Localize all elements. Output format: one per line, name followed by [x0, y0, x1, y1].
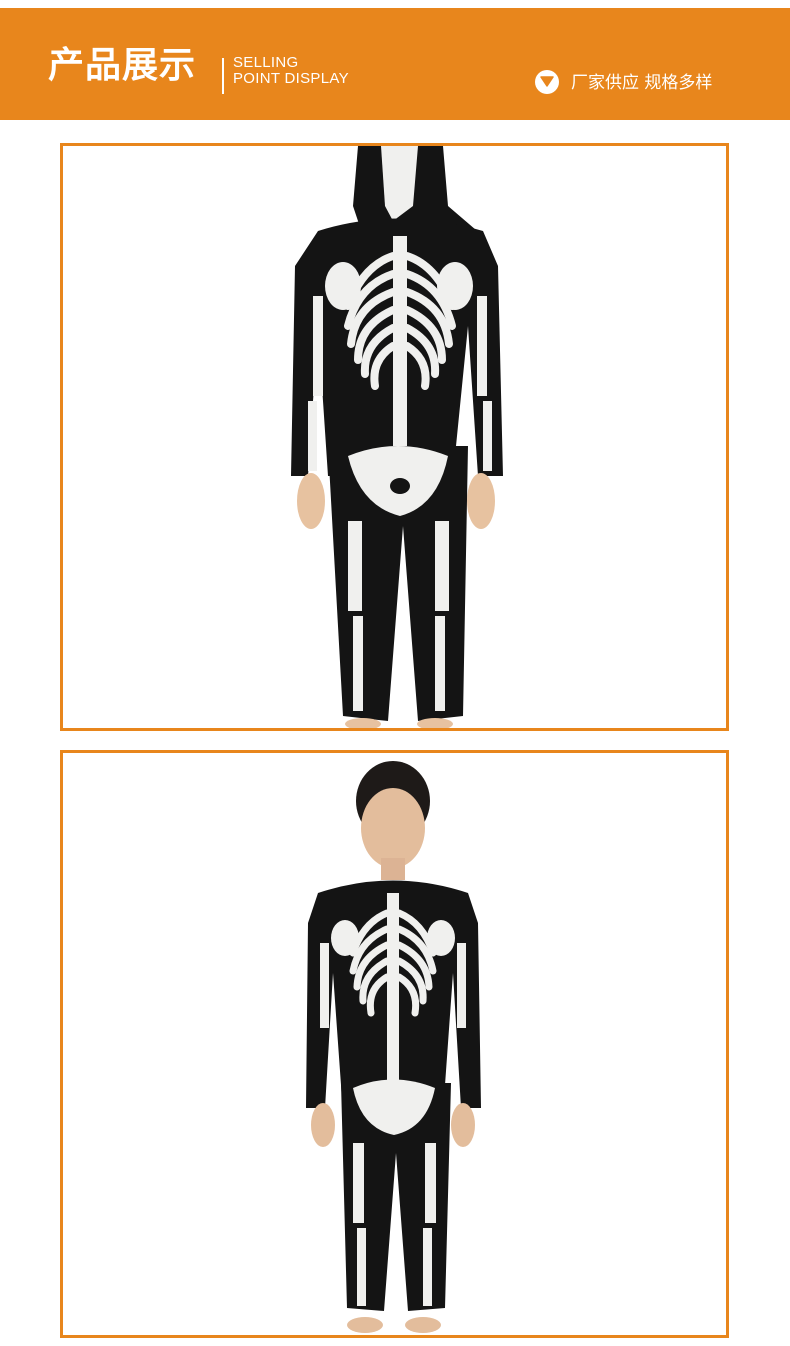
subtitle-line-1: SELLING [233, 54, 299, 71]
subtitle-line-2: POINT DISPLAY [233, 70, 349, 87]
product-photo-1 [63, 146, 726, 728]
page-title: 产品展示 [48, 45, 197, 86]
title-subtitle: SELLING POINT DISPLAY [233, 55, 349, 87]
top-margin [0, 0, 790, 8]
chevron-down-icon [535, 70, 559, 94]
title-divider [222, 58, 224, 94]
tagline: 厂家供应 规格多样 [571, 73, 713, 93]
product-photo-frame-1 [60, 143, 729, 731]
product-photo-2 [63, 753, 726, 1335]
header-banner: 产品展示 SELLING POINT DISPLAY 厂家供应 规格多样 [0, 8, 790, 120]
product-photo-frame-2 [60, 750, 729, 1338]
